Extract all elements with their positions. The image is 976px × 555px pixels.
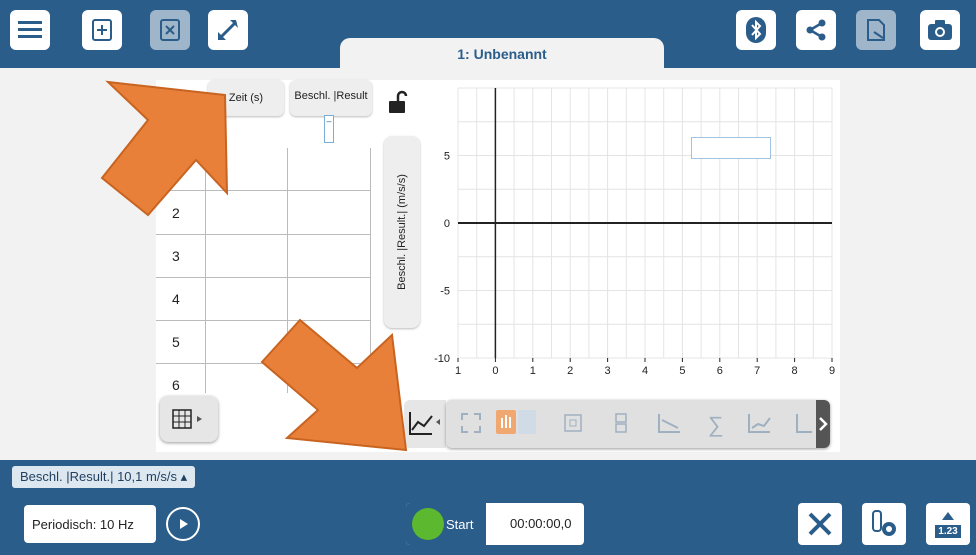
- start-label: Start: [446, 517, 474, 532]
- timer-display: 00:00:00,0: [510, 516, 572, 531]
- sampling-mode-button[interactable]: Periodisch: 10 Hz: [24, 505, 156, 543]
- sensor-settings-button[interactable]: [862, 503, 906, 545]
- triangle-up-icon: [942, 512, 954, 520]
- wrench-screwdriver-icon: [808, 512, 832, 536]
- start-indicator-icon: [412, 508, 444, 540]
- sensor-gear-icon: [872, 510, 896, 536]
- arrow-right-circle-icon: [180, 519, 188, 529]
- digits-display-button[interactable]: 1.23: [926, 503, 970, 545]
- sampling-settings-button[interactable]: [166, 507, 200, 541]
- sensor-selector[interactable]: Beschl. |Result.| 10,1 m/s/s ▴: [12, 466, 196, 488]
- orange-arrow-icon: [260, 318, 408, 452]
- tools-button[interactable]: [798, 503, 842, 545]
- digits-label: 1.23: [935, 525, 961, 538]
- orange-arrow-icon: [100, 80, 229, 217]
